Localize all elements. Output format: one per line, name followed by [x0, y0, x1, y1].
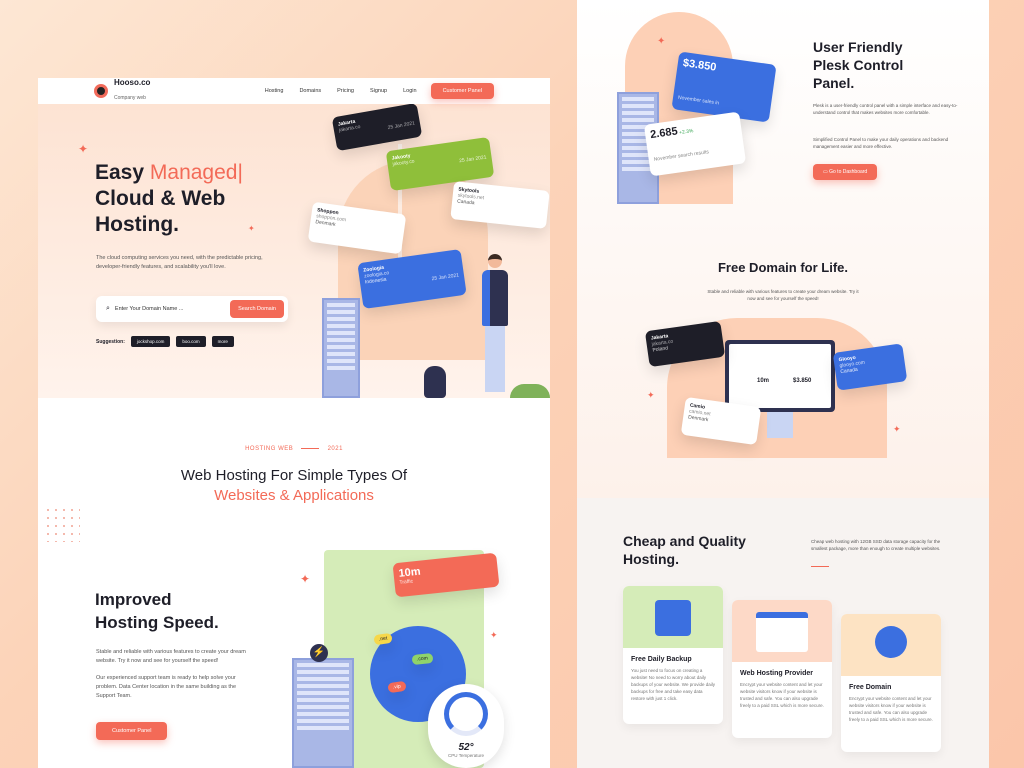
speed-title: Improved Hosting Speed. [95, 590, 219, 632]
hero-title: Easy Managed| Cloud & Web Hosting. [95, 161, 243, 236]
feature-card-domain[interactable]: Free Domain Encrypt your website content… [841, 614, 941, 752]
brand-name: Hooso.co [114, 78, 151, 87]
suggestion-chip[interactable]: more [211, 336, 234, 347]
globe-icon [875, 626, 907, 658]
monitor-illustration: 10m $3.850 [725, 340, 835, 412]
search-input[interactable]: Enter Your Domain Name ... [115, 306, 230, 312]
domain-card: Jakarta jakarta.co 25 Jan 2021 [331, 102, 423, 152]
suggestion-label: Suggestion: [96, 338, 125, 345]
plesk-title: User Friendly Plesk Control Panel. [813, 39, 904, 91]
backup-illustration [623, 586, 723, 648]
free-domain-header: Free Domain for Life. Stable and reliabl… [577, 258, 989, 302]
brand[interactable]: Hooso.co Company web [114, 79, 150, 103]
cpu-temperature-gauge: 52° CPU Temperature [428, 684, 504, 768]
sparkle-icon: ✦ [647, 390, 655, 400]
plant-illustration [510, 384, 550, 398]
top-navbar: Hooso.co Company web Hosting Domains Pri… [38, 78, 550, 104]
right-top-page: $3.850 November sales in 2.685 +2.3% Nov… [577, 0, 989, 498]
nav-signup[interactable]: Signup [370, 88, 387, 94]
nav-domains[interactable]: Domains [299, 88, 321, 94]
free-domain-title: Free Domain for Life. [717, 260, 849, 275]
monitor-icon: ▭ [823, 169, 828, 175]
feature-desc: You just need to focus on creating a web… [631, 668, 715, 701]
plesk-paragraph-1: Plesk is a user-friendly control panel w… [813, 103, 958, 115]
speed-customer-panel-button[interactable]: Customer Panel [96, 722, 168, 740]
cheap-title: Cheap and Quality Hosting. [623, 533, 746, 567]
feature-title: Free Daily Backup [631, 656, 692, 663]
feature-card-backup[interactable]: Free Daily Backup You just need to focus… [623, 586, 723, 724]
speed-paragraph-2: Our experienced support team is ready to… [96, 675, 237, 699]
section-year: 2021 [327, 446, 343, 452]
monitor-stand [767, 412, 793, 438]
temp-label: CPU Temperature [448, 753, 484, 758]
nav-pricing[interactable]: Pricing [337, 88, 354, 94]
feature-title: Web Hosting Provider [740, 670, 813, 677]
customer-panel-button[interactable]: Customer Panel [430, 83, 494, 99]
domain-card: Glooyo glooyo.com Canada [832, 343, 908, 391]
feature-desc: Encrypt your website content and let you… [740, 682, 824, 708]
free-domain-desc: Stable and reliable with various feature… [707, 289, 859, 301]
search-domain-button[interactable]: Search Domain [230, 300, 284, 318]
sparkle-icon: ✦ [657, 36, 666, 47]
accent-line [811, 566, 829, 567]
domain-illustration [841, 614, 941, 676]
suggestion-chip[interactable]: boo.com [176, 336, 206, 347]
speed-paragraph-1: Stable and reliable with various feature… [96, 649, 246, 664]
server-tower [322, 298, 360, 398]
browser-icon [756, 612, 808, 652]
sparkle-icon: ✦ [300, 572, 311, 586]
cheap-desc: Cheap web hosting with 12GB SSD data sto… [811, 539, 941, 551]
search-icon: ⌕ [106, 305, 110, 312]
sparkle-icon: ✦ [490, 630, 498, 640]
plesk-paragraph-2: Simplified Control Panel to make your da… [813, 137, 949, 149]
server-tower [292, 658, 354, 768]
section-title: Web Hosting For Simple Types Of Websites… [180, 467, 408, 504]
section-tag: HOSTING WEB [245, 446, 294, 452]
left-page: Easy Managed| Cloud & Web Hosting. The c… [38, 78, 550, 768]
nav-links: Hosting Domains Pricing Signup Login [265, 88, 417, 94]
nav-login[interactable]: Login [403, 88, 416, 94]
sparkle-icon: ✦ [893, 424, 901, 434]
logo-icon[interactable] [94, 84, 108, 98]
dot-pattern [44, 506, 80, 542]
feature-title: Free Domain [849, 684, 892, 691]
sparkle-icon: ✦ [78, 142, 89, 156]
suggestion-chip[interactable]: jockshop.com [130, 336, 171, 347]
provider-illustration [732, 600, 832, 662]
sparkle-icon: ✦ [248, 224, 255, 233]
temp-value: 52° [458, 742, 474, 753]
lightning-icon: ⚡ [310, 644, 328, 662]
nav-hosting[interactable]: Hosting [265, 88, 284, 94]
cat-illustration [424, 366, 446, 398]
brand-subtitle: Company web [114, 95, 146, 101]
go-to-dashboard-button[interactable]: ▭ Go to Dashboard [813, 164, 878, 180]
safe-icon [655, 600, 691, 636]
person-illustration [482, 254, 510, 398]
hosting-web-header: HOSTING WEB 2021 Web Hosting For Simple … [38, 446, 550, 506]
gauge-icon [444, 692, 488, 736]
hero-description: The cloud computing services you need, w… [96, 255, 263, 270]
right-bottom-page: Cheap and Quality Hosting. Cheap web hos… [577, 498, 989, 768]
domain-search-bar: ⌕ Enter Your Domain Name ... Search Doma… [96, 296, 288, 322]
hero-section: Easy Managed| Cloud & Web Hosting. The c… [38, 102, 550, 398]
suggestions: Suggestion: jockshop.com boo.com more [96, 336, 234, 347]
feature-card-provider[interactable]: Web Hosting Provider Encrypt your websit… [732, 600, 832, 738]
feature-desc: Encrypt your website content and let you… [849, 696, 933, 722]
